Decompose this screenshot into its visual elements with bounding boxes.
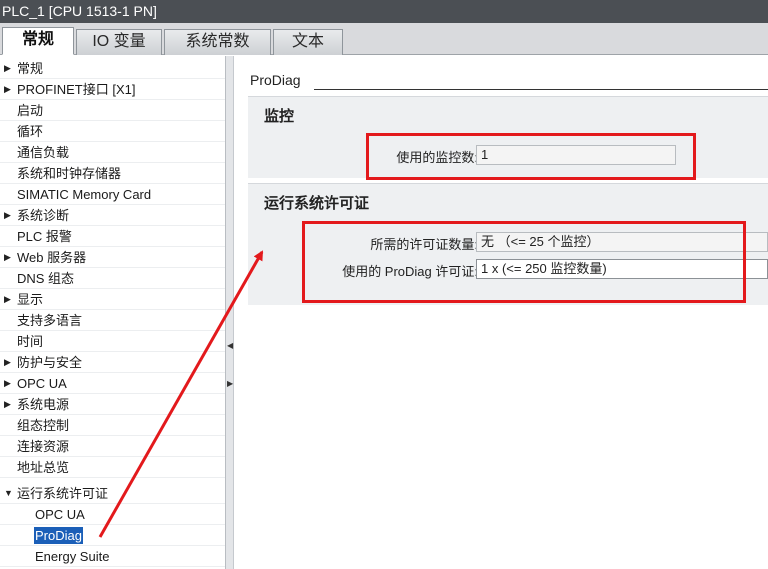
arrow-line [98, 250, 264, 538]
annotation-arrow [98, 250, 264, 538]
